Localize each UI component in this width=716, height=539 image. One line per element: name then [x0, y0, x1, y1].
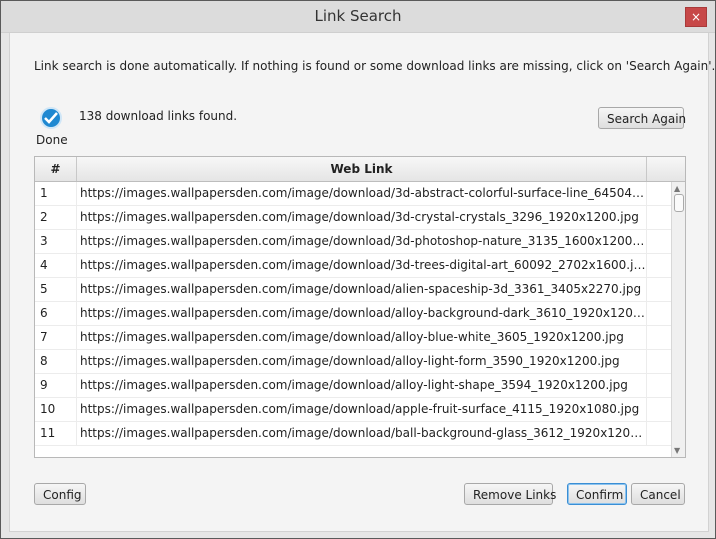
row-web-link[interactable]: https://images.wallpapersden.com/image/d… — [77, 350, 647, 373]
table-row[interactable]: 10 https://images.wallpapersden.com/image… — [35, 398, 671, 422]
close-icon: × — [690, 10, 702, 24]
row-number: 1 — [35, 182, 77, 205]
row-number: 4 — [35, 254, 77, 277]
row-number: 11 — [35, 422, 77, 445]
table-row[interactable]: 8 https://images.wallpapersden.com/image/… — [35, 350, 671, 374]
config-button[interactable]: Config — [34, 483, 86, 505]
row-number: 6 — [35, 302, 77, 325]
links-found-text: 138 download links found. — [79, 109, 238, 123]
info-text: Link search is done automatically. If no… — [34, 59, 716, 73]
row-number: 5 — [35, 278, 77, 301]
row-web-link[interactable]: https://images.wallpapersden.com/image/d… — [77, 278, 647, 301]
table-header: # Web Link — [35, 157, 685, 182]
table-row[interactable]: 5 https://images.wallpapersden.com/image/… — [35, 278, 671, 302]
remove-links-button[interactable]: Remove Links — [464, 483, 556, 505]
scroll-thumb[interactable] — [674, 194, 684, 212]
title-bar: Link Search × — [1, 1, 715, 33]
row-number: 10 — [35, 398, 77, 421]
scroll-down-arrow-icon[interactable]: ▼ — [674, 446, 680, 455]
table-body: 1 https://images.wallpapersden.com/image/… — [35, 182, 671, 446]
table-row[interactable]: 6 https://images.wallpapersden.com/image/… — [35, 302, 671, 326]
dialog-content: Link search is done automatically. If no… — [9, 33, 715, 532]
row-web-link[interactable]: https://images.wallpapersden.com/image/d… — [77, 326, 647, 349]
row-number: 9 — [35, 374, 77, 397]
scroll-up-arrow-icon[interactable]: ▲ — [674, 184, 680, 193]
table-row[interactable]: 7 https://images.wallpapersden.com/image/… — [35, 326, 671, 350]
status-label: Done — [36, 133, 68, 147]
vertical-scrollbar[interactable]: ▲ ▼ — [671, 182, 685, 457]
table-row[interactable]: 9 https://images.wallpapersden.com/image/… — [35, 374, 671, 398]
check-circle-icon — [40, 107, 62, 129]
link-search-dialog: Link Search × Link search is done automa… — [0, 0, 716, 539]
row-number: 3 — [35, 230, 77, 253]
cancel-button[interactable]: Cancel — [631, 483, 685, 505]
table-row[interactable]: 11 https://images.wallpapersden.com/image… — [35, 422, 671, 446]
row-web-link[interactable]: https://images.wallpapersden.com/image/d… — [77, 302, 647, 325]
window-title: Link Search — [314, 7, 402, 25]
row-web-link[interactable]: https://images.wallpapersden.com/image/d… — [77, 422, 647, 445]
row-web-link[interactable]: https://images.wallpapersden.com/image/d… — [77, 398, 647, 421]
table-row[interactable]: 3 https://images.wallpapersden.com/image/… — [35, 230, 671, 254]
row-web-link[interactable]: https://images.wallpapersden.com/image/d… — [77, 206, 647, 229]
search-again-button[interactable]: Search Again — [598, 107, 686, 129]
table-row[interactable]: 1 https://images.wallpapersden.com/image/… — [35, 182, 671, 206]
close-button[interactable]: × — [685, 7, 707, 27]
row-web-link[interactable]: https://images.wallpapersden.com/image/d… — [77, 230, 647, 253]
row-web-link[interactable]: https://images.wallpapersden.com/image/d… — [77, 182, 647, 205]
column-header-number[interactable]: # — [35, 157, 77, 181]
row-number: 7 — [35, 326, 77, 349]
links-table: # Web Link 1 https://images.wallpapersden… — [34, 156, 686, 458]
column-header-web-link[interactable]: Web Link — [77, 157, 647, 181]
row-number: 8 — [35, 350, 77, 373]
confirm-button[interactable]: Confirm — [567, 483, 627, 505]
row-web-link[interactable]: https://images.wallpapersden.com/image/d… — [77, 374, 647, 397]
row-web-link[interactable]: https://images.wallpapersden.com/image/d… — [77, 254, 647, 277]
table-row[interactable]: 4 https://images.wallpapersden.com/image/… — [35, 254, 671, 278]
table-row[interactable]: 2 https://images.wallpapersden.com/image/… — [35, 206, 671, 230]
row-number: 2 — [35, 206, 77, 229]
